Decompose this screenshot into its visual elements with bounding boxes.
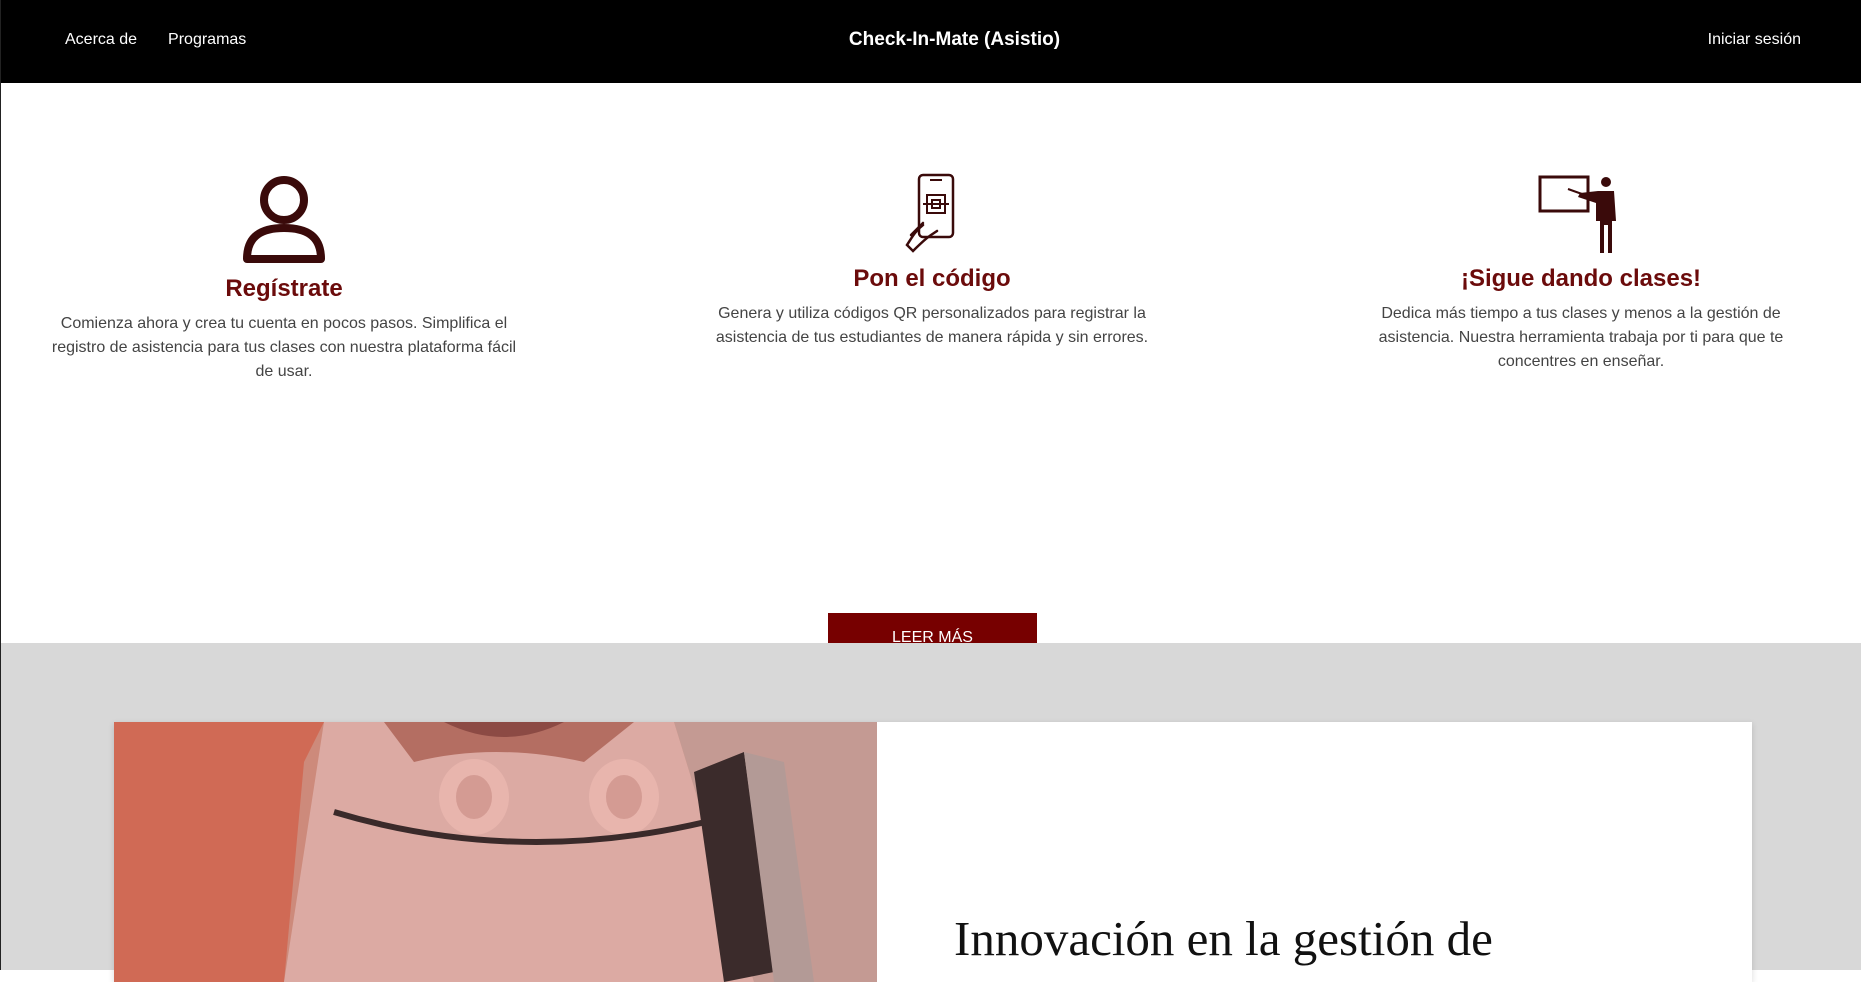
login-link[interactable]: Iniciar sesión	[1708, 0, 1801, 79]
student-photo	[114, 722, 877, 982]
main-nav: Acerca de Programas	[65, 0, 246, 79]
brand-container: Check-In-Mate (Asistio)	[1, 0, 1861, 79]
nav-about-link[interactable]: Acerca de	[65, 31, 137, 49]
feature-text: Comienza ahora y crea tu cuenta en pocos…	[51, 315, 517, 380]
feature-text: Genera y utiliza códigos QR personalizad…	[715, 305, 1149, 346]
feature-text: Dedica más tiempo a tus clases y menos a…	[1378, 305, 1784, 370]
showcase-section: Innovación en la gestión de	[1, 643, 1861, 982]
page: Acerca de Programas Check-In-Mate (Asist…	[0, 0, 1861, 982]
feature-register: Regístrate Comienza ahora y crea tu cuen…	[51, 173, 517, 384]
feature-title: Pon el código	[853, 265, 1011, 292]
student-headphones-image	[114, 722, 877, 982]
nav-programs-link[interactable]: Programas	[168, 31, 246, 49]
showcase-card: Innovación en la gestión de	[114, 722, 1752, 982]
feature-title: Regístrate	[225, 275, 343, 302]
features-section: Regístrate Comienza ahora y crea tu cuen…	[1, 83, 1861, 663]
showcase-title: Innovación en la gestión de	[954, 911, 1493, 966]
top-navbar: Acerca de Programas Check-In-Mate (Asist…	[1, 0, 1861, 83]
user-icon	[243, 176, 325, 263]
phone-qr-icon	[905, 173, 955, 253]
teacher-board-icon	[1538, 175, 1616, 253]
feature-teach: ¡Sigue dando clases! Dedica más tiempo a…	[1363, 173, 1799, 374]
brand-title[interactable]: Check-In-Mate (Asistio)	[849, 29, 1060, 51]
feature-code: Pon el código Genera y utiliza códigos Q…	[701, 173, 1163, 350]
feature-title: ¡Sigue dando clases!	[1460, 265, 1702, 292]
